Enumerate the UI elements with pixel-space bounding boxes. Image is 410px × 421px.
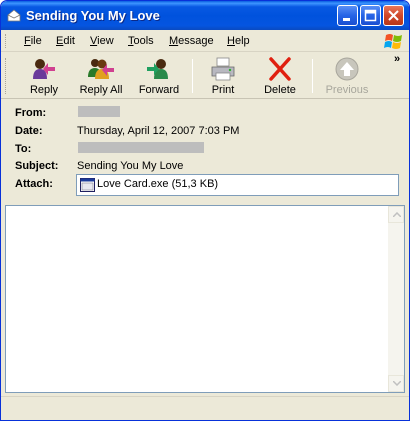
email-window: Sending You My Love File Edit View Tools… <box>0 0 410 421</box>
previous-icon <box>335 57 359 81</box>
toolbar: Reply Reply All Forward Print Delete Pre… <box>1 53 409 99</box>
maximize-icon <box>364 9 377 22</box>
minimize-button[interactable] <box>337 5 358 26</box>
maximize-button[interactable] <box>360 5 381 26</box>
menu-edit[interactable]: Edit <box>56 35 75 47</box>
to-label: To: <box>15 143 32 155</box>
close-button[interactable] <box>383 5 404 26</box>
envelope-icon <box>7 9 21 22</box>
menu-grip[interactable] <box>5 34 8 48</box>
print-icon <box>211 57 235 81</box>
minimize-icon <box>343 18 350 21</box>
delete-label: Delete <box>264 84 296 96</box>
attachment-name[interactable]: Love Card.exe (51,3 KB) <box>97 178 218 190</box>
attach-label: Attach: <box>15 178 53 190</box>
menu-view[interactable]: View <box>90 35 114 47</box>
menu-file[interactable]: File <box>24 35 42 47</box>
menu-message[interactable]: Message <box>169 35 214 47</box>
reply-all-button[interactable]: Reply All <box>73 56 129 98</box>
reply-button[interactable]: Reply <box>17 56 71 98</box>
reply-all-label: Reply All <box>79 84 123 96</box>
attachment-field[interactable]: Love Card.exe (51,3 KB) <box>76 174 399 196</box>
forward-label: Forward <box>138 84 180 96</box>
forward-button[interactable]: Forward <box>131 56 187 98</box>
previous-label: Previous <box>325 84 369 96</box>
menu-bar: File Edit View Tools Message Help <box>1 30 409 52</box>
print-button[interactable]: Print <box>198 56 248 98</box>
date-value: Thursday, April 12, 2007 7:03 PM <box>77 125 240 137</box>
message-body[interactable] <box>5 205 405 393</box>
menu-help[interactable]: Help <box>227 35 250 47</box>
print-label: Print <box>211 84 235 96</box>
vertical-scrollbar[interactable] <box>388 206 404 392</box>
toolbar-more-chevron[interactable]: » <box>394 53 400 65</box>
toolbar-separator <box>192 59 193 93</box>
date-label: Date: <box>15 125 43 137</box>
windows-logo-icon <box>384 34 402 49</box>
window-title: Sending You My Love <box>26 8 160 23</box>
toolbar-separator <box>312 59 313 93</box>
reply-icon <box>33 59 55 79</box>
from-label: From: <box>15 107 47 119</box>
forward-icon <box>147 59 168 79</box>
subject-label: Subject: <box>15 160 59 172</box>
scroll-down-button[interactable] <box>388 375 404 392</box>
previous-button[interactable]: Previous <box>319 56 375 98</box>
toolbar-grip[interactable] <box>5 58 8 94</box>
delete-button[interactable]: Delete <box>254 56 306 98</box>
to-redacted-value <box>78 142 204 153</box>
reply-all-icon <box>88 59 114 79</box>
scroll-up-button[interactable] <box>388 206 404 223</box>
from-redacted-value <box>78 106 120 117</box>
title-bar[interactable]: Sending You My Love <box>1 1 409 30</box>
status-bar <box>1 396 409 420</box>
scroll-up-arrow-icon <box>393 212 401 217</box>
scroll-down-arrow-icon <box>393 381 401 386</box>
reply-label: Reply <box>29 84 59 96</box>
close-icon <box>388 10 399 21</box>
delete-icon <box>269 57 291 81</box>
menu-tools[interactable]: Tools <box>128 35 154 47</box>
executable-file-icon <box>80 178 95 192</box>
subject-value: Sending You My Love <box>77 160 184 172</box>
